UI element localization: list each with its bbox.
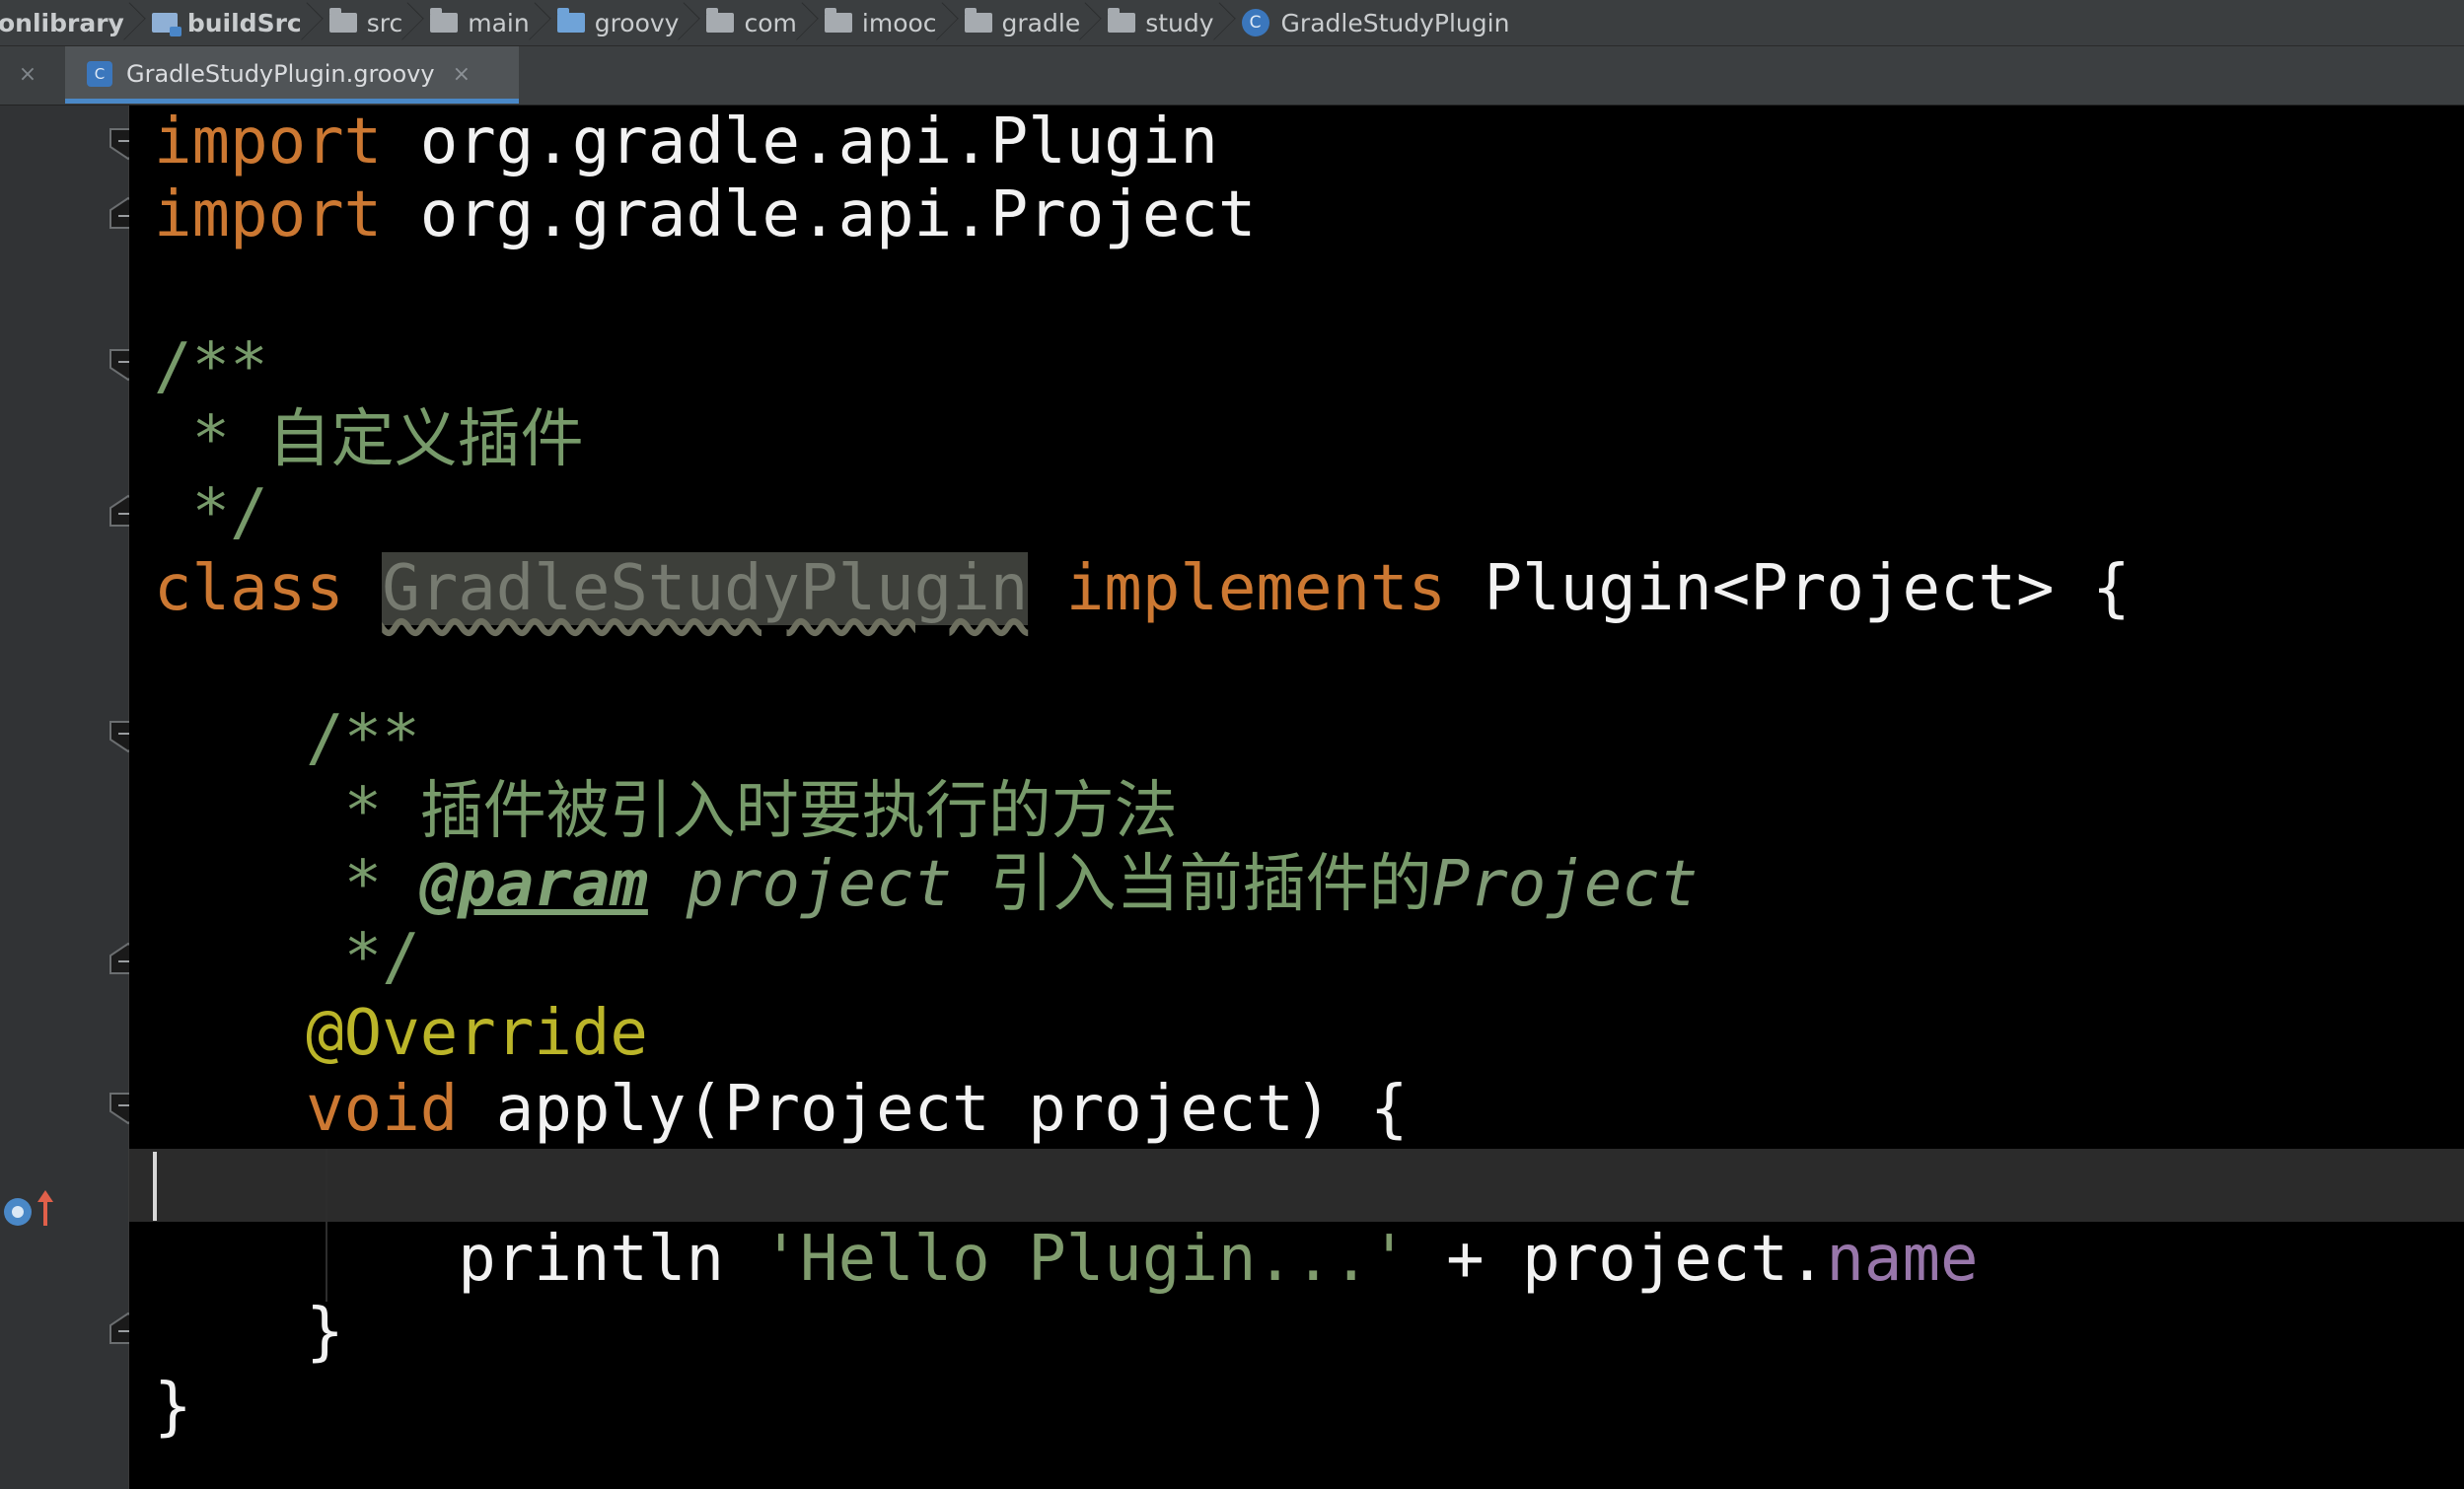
editor-gutter (0, 106, 147, 1489)
code-line-18: } (154, 1371, 192, 1444)
code-line-2: import org.gradle.api.Project (154, 178, 1257, 251)
code-line-9: /** (306, 702, 420, 775)
folder-icon (430, 8, 459, 33)
breadcrumb-item-src[interactable]: src (318, 0, 419, 45)
code-line-13: @Override (306, 997, 648, 1070)
groovy-class-icon: C (1241, 9, 1269, 36)
package-icon (1108, 8, 1136, 33)
groovy-class-icon: C (87, 61, 112, 87)
code-line-11: * @param project 引入当前插件的Project (154, 848, 1699, 921)
package-icon (824, 8, 852, 33)
breadcrumb-item-gradle[interactable]: gradle (953, 0, 1097, 45)
breadcrumb-item-gradlestudyplugin[interactable]: C GradleStudyPlugin (1230, 0, 1526, 45)
code-line-12: */ (154, 921, 420, 994)
code-line-10: * 插件被引入时要执行的方法 (154, 775, 1178, 848)
breadcrumb-item-com[interactable]: com (694, 0, 812, 45)
breadcrumb-item-main[interactable]: main (418, 0, 544, 45)
code-line-1: import org.gradle.api.Plugin (154, 106, 1218, 178)
active-tab-indicator (65, 99, 519, 104)
tab-gradlestudyplugin-groovy[interactable]: C GradleStudyPlugin.groovy × (65, 46, 519, 102)
text-caret (153, 1152, 157, 1221)
package-icon (706, 8, 735, 33)
folder-icon (328, 8, 357, 33)
close-icon[interactable]: × (453, 62, 471, 87)
close-icon[interactable]: × (19, 62, 36, 87)
breadcrumb-item-groovy[interactable]: groovy (545, 0, 695, 45)
code-line-14: void apply(Project project) { (306, 1073, 1409, 1146)
code-line-7: class GradleStudyPlugin implements Plugi… (154, 552, 2131, 625)
breadcrumb-item-imooc[interactable]: imooc (813, 0, 953, 45)
breadcrumb-item-study[interactable]: study (1096, 0, 1229, 45)
code-line-17: } (154, 1296, 344, 1369)
code-line-16: println 'Hello Plugin...' + project.name (458, 1223, 1979, 1296)
tab-previous-file[interactable]: o × (0, 46, 36, 102)
code-line-6: */ (154, 476, 268, 549)
module-icon (151, 13, 181, 36)
breadcrumb: onlibrary buildSrc src main groovy com i… (0, 0, 2464, 46)
current-line-highlight (129, 1149, 2464, 1222)
code-line-5: * 自定义插件 (154, 403, 584, 476)
class-name-highlight: GradleStudyPlugin (382, 552, 1029, 625)
code-line-4: /** (154, 330, 268, 403)
breadcrumb-item-onlibrary[interactable]: onlibrary (0, 0, 140, 45)
editor-tab-bar: o × C GradleStudyPlugin.groovy × (0, 46, 2464, 106)
source-folder-icon (556, 8, 585, 33)
package-icon (964, 8, 992, 33)
breadcrumb-item-buildsrc[interactable]: buildSrc (140, 0, 318, 45)
implements-method-icon[interactable] (0, 1188, 61, 1228)
